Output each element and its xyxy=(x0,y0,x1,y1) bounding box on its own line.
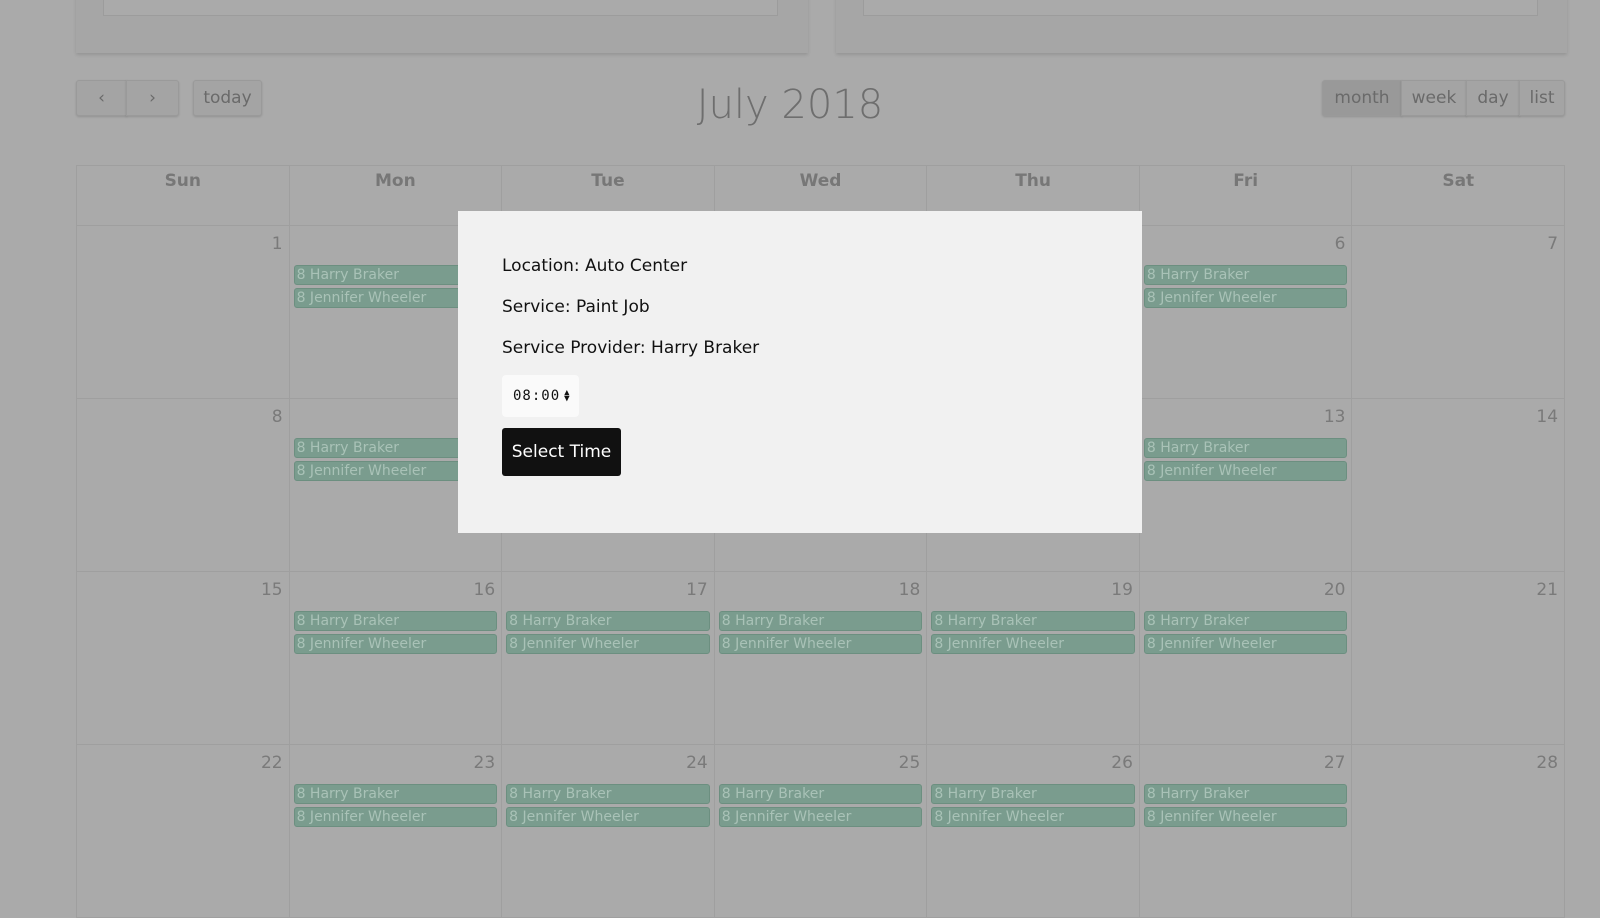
booking-modal: Location: Auto Center Service: Paint Job… xyxy=(458,211,1142,533)
select-time-button[interactable]: Select Time xyxy=(502,428,621,476)
service-text: Service: Paint Job xyxy=(502,297,650,317)
time-value: 08:00 xyxy=(513,388,561,404)
spinner-icon[interactable]: ▲ ▼ xyxy=(564,389,570,404)
location-text: Location: Auto Center xyxy=(502,256,688,276)
time-input[interactable]: 08:00 ▲ ▼ xyxy=(502,375,579,417)
provider-text: Service Provider: Harry Braker xyxy=(502,338,760,358)
